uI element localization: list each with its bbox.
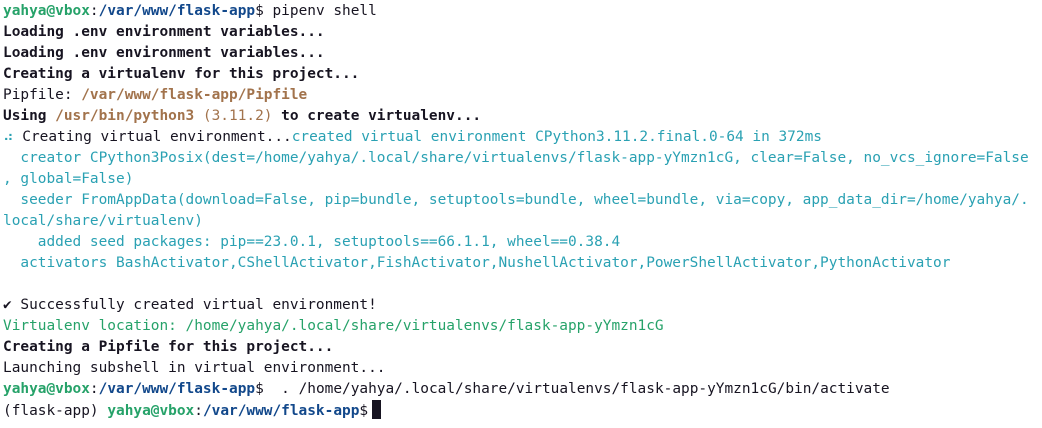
prompt-user-host: yahya@vbox <box>3 381 90 397</box>
terminal-window[interactable]: yahya@vbox:/var/www/flask-app$ pipenv sh… <box>0 0 1042 428</box>
output-activators: activators BashActivator,CShellActivator… <box>3 255 951 271</box>
prompt-symbol: $ <box>359 403 369 419</box>
python-version: (3.11.2) <box>194 108 273 124</box>
prompt-symbol: $ <box>255 3 264 19</box>
output-creating-virtualenv: Creating a virtualenv for this project..… <box>3 66 360 82</box>
prompt-command: . /home/yahya/.local/share/virtualenvs/f… <box>263 381 890 397</box>
prompt-path: /var/www/flask-app <box>98 381 256 397</box>
output-virtualenv-location: Virtualenv location: /home/yahya/.local/… <box>3 318 664 334</box>
output-using-python-line: Using /usr/bin/python3 (3.11.2) to creat… <box>3 106 1042 127</box>
terminal-cursor[interactable] <box>372 400 382 419</box>
prompt-line-activate: yahya@vbox:/var/www/flask-app$ . /home/y… <box>3 379 1042 400</box>
output-seeder-line-1: seeder FromAppData(download=False, pip=b… <box>3 192 1029 208</box>
prompt-path: /var/www/flask-app <box>98 3 256 19</box>
creating-env-text: Creating virtual environment... <box>13 129 292 145</box>
output-seeder-line-2: local/share/virtualenv) <box>3 213 203 229</box>
output-creator-line-2: , global=False) <box>3 171 134 187</box>
created-env-text: created virtual environment CPython3.11.… <box>291 129 822 145</box>
python-path: /usr/bin/python3 <box>55 108 195 124</box>
check-mark-icon: ✔ <box>3 297 12 313</box>
output-seed-packages: added seed packages: pip==23.0.1, setupt… <box>3 234 621 250</box>
output-blank-line <box>3 274 1042 295</box>
spinner-icon: ⠴ <box>3 129 14 145</box>
to-create-text: to create virtualenv... <box>272 108 482 124</box>
output-launching-subshell: Launching subshell in virtual environmen… <box>3 360 386 376</box>
output-pipfile-line: Pipfile: /var/www/flask-app/Pipfile <box>3 85 1042 106</box>
prompt-separator: : <box>89 381 99 397</box>
output-load-env-2: Loading .env environment variables... <box>3 45 325 61</box>
prompt-path: /var/www/flask-app <box>202 403 360 419</box>
output-load-env-1: Loading .env environment variables... <box>3 24 325 40</box>
prompt-symbol: $ <box>255 381 264 397</box>
prompt-line-pipenv-shell: yahya@vbox:/var/www/flask-app$ pipenv sh… <box>3 1 1042 22</box>
output-creating-pipfile: Creating a Pipfile for this project... <box>3 339 334 355</box>
venv-indicator: (flask-app) <box>3 403 108 419</box>
pipfile-label: Pipfile: <box>3 87 82 103</box>
prompt-line-active-venv[interactable]: (flask-app) yahya@vbox:/var/www/flask-ap… <box>3 400 1042 421</box>
prompt-user-host: yahya@vbox <box>107 403 195 419</box>
prompt-user-host: yahya@vbox <box>3 3 90 19</box>
prompt-separator: : <box>194 403 203 419</box>
output-creator-line-1: creator CPython3Posix(dest=/home/yahya/.… <box>3 150 1029 166</box>
prompt-command: pipenv shell <box>263 3 377 19</box>
pipfile-path: /var/www/flask-app/Pipfile <box>81 87 308 103</box>
prompt-separator: : <box>89 3 99 19</box>
success-text: Successfully created virtual environment… <box>11 297 377 313</box>
output-creating-env-line: ⠴ Creating virtual environment...created… <box>3 127 1042 148</box>
using-label: Using <box>3 108 56 124</box>
output-success-line: ✔ Successfully created virtual environme… <box>3 295 1042 316</box>
